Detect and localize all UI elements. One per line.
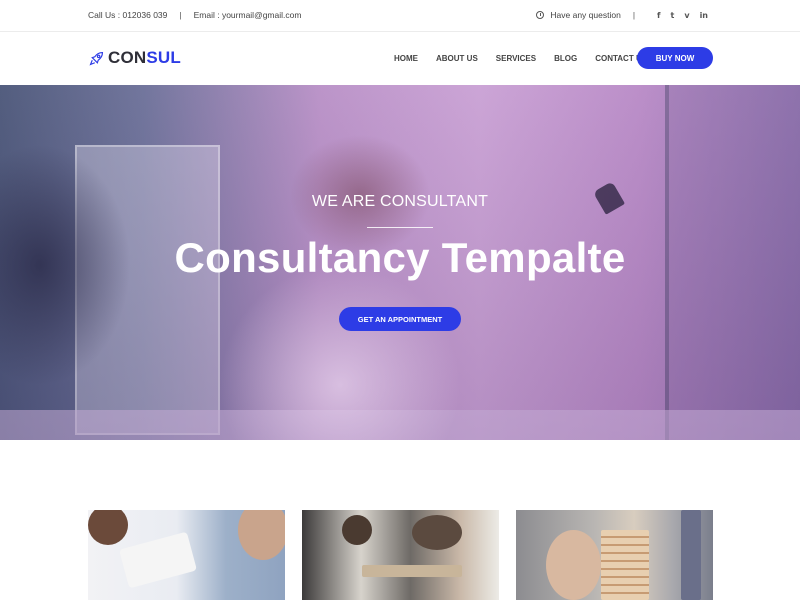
service-card-image[interactable] [302, 510, 499, 600]
question-text[interactable]: Have any question [550, 10, 620, 20]
photo-detail [362, 565, 462, 577]
service-cards [88, 510, 713, 600]
facebook-icon[interactable]: f [657, 11, 660, 20]
photo-detail [601, 530, 649, 600]
nav-home[interactable]: HOME [394, 54, 418, 63]
main-header: CON SUL HOME ABOUT US SERVICES BLOG CONT… [0, 32, 800, 85]
nav-services[interactable]: SERVICES [496, 54, 536, 63]
logo-text-part2: SUL [146, 48, 181, 67]
photo-detail [119, 531, 197, 589]
email-link[interactable]: Email : yourmail@gmail.com [194, 10, 302, 20]
linkedin-icon[interactable]: in [700, 11, 708, 20]
question-circle-icon [536, 11, 545, 19]
top-right: Have any question | f t v in [536, 10, 708, 20]
hero-divider [367, 227, 433, 228]
logo[interactable]: CON SUL [88, 48, 181, 68]
get-appointment-button[interactable]: GET AN APPOINTMENT [339, 307, 461, 331]
hero-banner: WE ARE CONSULTANT Consultancy Tempalte G… [0, 85, 800, 440]
vimeo-icon[interactable]: v [684, 11, 689, 20]
service-card-image[interactable] [88, 510, 285, 600]
photo-detail [238, 510, 285, 560]
rocket-icon [89, 51, 104, 66]
social-links: f t v in [647, 11, 708, 20]
photo-detail [546, 530, 601, 600]
divider: | [632, 10, 636, 20]
main-nav: HOME ABOUT US SERVICES BLOG CONTACT US [394, 54, 665, 63]
photo-detail [88, 510, 128, 545]
hero-title: Consultancy Tempalte [174, 234, 626, 281]
contact-info: Call Us : 012036 039 | Email : yourmail@… [88, 10, 301, 20]
buy-now-button[interactable]: BUY NOW [637, 47, 713, 69]
logo-text-part1: CON [108, 48, 147, 67]
photo-detail [681, 510, 701, 600]
twitter-icon[interactable]: t [671, 11, 675, 20]
hero-content: WE ARE CONSULTANT Consultancy Tempalte G… [0, 85, 800, 440]
nav-about-us[interactable]: ABOUT US [436, 54, 478, 63]
nav-blog[interactable]: BLOG [554, 54, 577, 63]
service-card-image[interactable] [516, 510, 713, 600]
photo-detail [342, 515, 372, 545]
phone-text: Call Us : 012036 039 [88, 10, 168, 20]
divider: | [179, 10, 182, 20]
top-bar: Call Us : 012036 039 | Email : yourmail@… [0, 0, 800, 32]
photo-detail [412, 515, 462, 550]
hero-subtitle: WE ARE CONSULTANT [311, 193, 489, 210]
